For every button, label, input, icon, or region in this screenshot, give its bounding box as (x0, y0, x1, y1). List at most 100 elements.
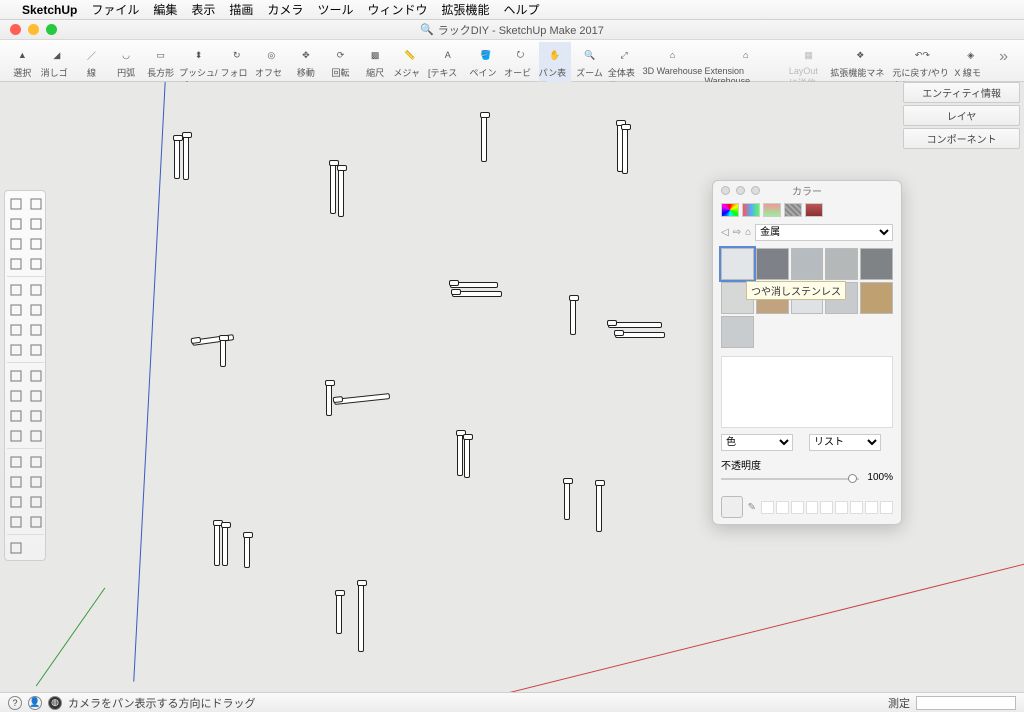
toolbar-scale[interactable]: ▩縮尺 (359, 42, 392, 79)
model-nail[interactable] (608, 322, 662, 328)
model-nail[interactable] (222, 524, 228, 566)
tool-orbit[interactable] (7, 407, 24, 424)
color-cell[interactable] (791, 501, 804, 514)
menu-edit[interactable]: 編集 (153, 1, 177, 18)
app-name[interactable]: SketchUp (22, 3, 77, 17)
toolbar-move[interactable]: ✥移動 (290, 42, 323, 79)
model-nail[interactable] (596, 482, 602, 532)
tool-freehand[interactable] (27, 215, 44, 232)
tray-components[interactable]: コンポーネント (903, 128, 1020, 149)
menu-window[interactable]: ウィンドウ (367, 1, 427, 18)
material-swatch[interactable] (860, 248, 893, 280)
model-nail[interactable] (330, 162, 336, 214)
color-cell[interactable] (850, 501, 863, 514)
tool-circle[interactable] (27, 235, 44, 252)
model-nail[interactable] (570, 297, 576, 335)
tool-protractor[interactable] (27, 341, 44, 358)
material-swatch[interactable] (721, 316, 754, 348)
tool-rect[interactable] (7, 235, 24, 252)
zoom-icon[interactable] (751, 186, 760, 195)
tool-prev[interactable] (27, 427, 44, 444)
tool-solid[interactable] (7, 513, 24, 530)
tool-followme[interactable] (27, 281, 44, 298)
model-nail[interactable] (244, 534, 250, 568)
tool-dim[interactable] (27, 387, 44, 404)
tool-position[interactable] (7, 453, 24, 470)
model-nail[interactable] (481, 114, 487, 162)
model-nail[interactable] (452, 291, 502, 297)
toolbar-arc[interactable]: ◡円弧 (110, 42, 143, 79)
user-icon[interactable]: 👤 (28, 696, 42, 710)
tool-3dw[interactable] (27, 493, 44, 510)
close-icon[interactable] (721, 186, 730, 195)
toolbar-select[interactable]: ▲選択 (6, 42, 39, 79)
menu-camera[interactable]: カメラ (267, 1, 303, 18)
color-cell[interactable] (865, 501, 878, 514)
sketchup-materials-tab[interactable] (805, 203, 823, 217)
model-nail[interactable] (334, 393, 390, 405)
model-nail[interactable] (450, 282, 498, 288)
toolbar-3dw[interactable]: ⌂3D Warehouse (642, 42, 702, 76)
material-swatch[interactable] (756, 248, 789, 280)
home-icon[interactable]: ⌂ (745, 227, 751, 238)
menu-tools[interactable]: ツール (317, 1, 353, 18)
color-cell[interactable] (806, 501, 819, 514)
model-nail[interactable] (220, 337, 226, 367)
menu-help[interactable]: ヘルプ (503, 1, 539, 18)
tool-scale[interactable] (7, 321, 24, 338)
color-cell[interactable] (776, 501, 789, 514)
colors-titlebar[interactable]: カラー (713, 181, 901, 199)
tool-text[interactable] (27, 367, 44, 384)
tool-style[interactable] (27, 473, 44, 490)
geo-icon[interactable]: ◍ (48, 696, 62, 710)
menu-draw[interactable]: 描画 (229, 1, 253, 18)
toolbar-overflow[interactable]: » (989, 42, 1018, 72)
tool-sandbox[interactable] (27, 195, 44, 212)
model-nail[interactable] (622, 126, 628, 174)
zoom-button[interactable] (46, 24, 57, 35)
minimize-icon[interactable] (736, 186, 745, 195)
tool-move[interactable] (7, 301, 24, 318)
tool-section[interactable] (7, 387, 24, 404)
color-cell[interactable] (820, 501, 833, 514)
palettes-tab[interactable] (763, 203, 781, 217)
measurement-input[interactable] (916, 696, 1016, 710)
menu-view[interactable]: 表示 (191, 1, 215, 18)
model-nail[interactable] (174, 137, 180, 179)
eyedropper-icon[interactable]: ✎ (745, 496, 759, 518)
color-cell[interactable] (835, 501, 848, 514)
mode-select[interactable]: 色 (721, 434, 793, 451)
tool-outer[interactable] (27, 513, 44, 530)
tool-polygon[interactable] (7, 255, 24, 272)
model-nail[interactable] (183, 134, 189, 180)
toolbar-zoom[interactable]: 🔍ズーム (573, 42, 606, 79)
material-swatch[interactable] (860, 282, 893, 314)
model-nail[interactable] (358, 582, 364, 652)
model-nail[interactable] (464, 436, 470, 478)
back-icon[interactable]: ◁ (721, 227, 729, 238)
material-swatch[interactable] (825, 248, 858, 280)
model-nail[interactable] (214, 522, 220, 566)
menu-file[interactable]: ファイル (91, 1, 139, 18)
toolbar-rotate[interactable]: ⟳回転 (324, 42, 357, 79)
material-swatch[interactable] (791, 248, 824, 280)
toolbar-line[interactable]: ／線 (75, 42, 108, 79)
model-nail[interactable] (615, 332, 665, 338)
nav-icon[interactable]: ⇨ (733, 227, 741, 238)
sliders-tab[interactable] (742, 203, 760, 217)
tool-intersect[interactable] (7, 539, 24, 556)
tool-offset[interactable] (27, 321, 44, 338)
tool-walk[interactable] (27, 453, 44, 470)
library-select[interactable]: 金属 (755, 224, 893, 241)
tool-xray[interactable] (7, 493, 24, 510)
list-select[interactable]: リスト (809, 434, 881, 451)
tool-select[interactable] (7, 195, 24, 212)
toolbar-ew[interactable]: ⌂Extension Warehouse (704, 42, 786, 86)
tool-pushpull[interactable] (7, 281, 24, 298)
colorwheel-tab[interactable] (721, 203, 739, 217)
tool-rotate[interactable] (27, 301, 44, 318)
colors-window[interactable]: カラー ◁ ⇨ ⌂ 金属 色 リスト 不透明度 100% ✎ つや消しステンレス (712, 180, 902, 525)
tray-entity-info[interactable]: エンティティ情報 (903, 82, 1020, 103)
model-nail[interactable] (326, 382, 332, 416)
tray-layers[interactable]: レイヤ (903, 105, 1020, 126)
